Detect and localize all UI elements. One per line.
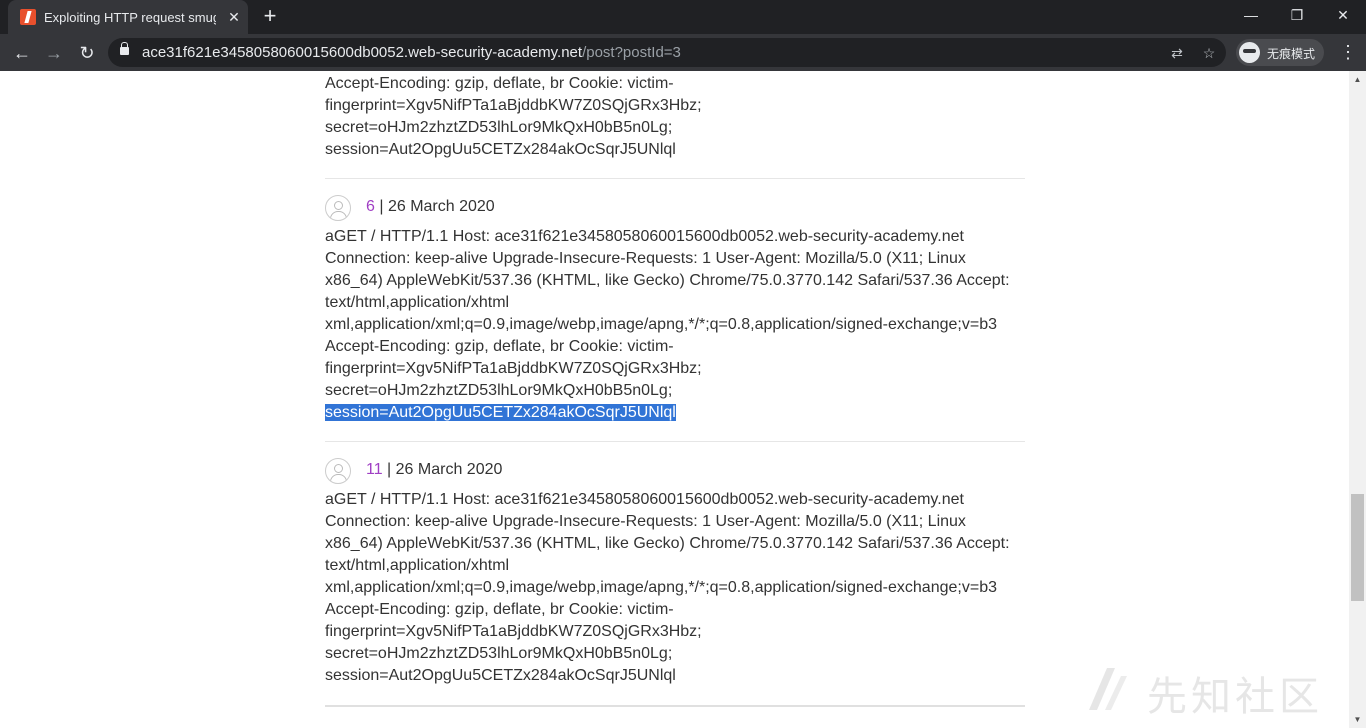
lock-icon[interactable] [120,42,129,55]
comment-divider [325,178,1025,179]
tab-close-icon[interactable]: ✕ [224,7,244,27]
comment-line: secret=oHJm2zhztZD53lhLor9MkQxH0bB5n0Lg; [325,382,673,399]
reload-button[interactable]: ↻ [74,40,100,66]
comment-body: aGET / HTTP/1.1 Host: ace31f621e34580580… [325,226,1025,424]
comment-line: xml,application/xml;q=0.9,image/webp,ima… [325,579,997,596]
translate-icon[interactable]: ⇄ [1167,43,1187,63]
scroll-up-arrow-icon[interactable]: ▲ [1349,71,1366,88]
comment-line: session=Aut2OpgUu5CETZx284akOcSqrJ5UNlql [325,667,676,684]
comment-divider [325,705,1025,707]
incognito-label: 无痕模式 [1267,47,1316,61]
comment-author[interactable]: 11 [366,461,383,478]
back-button[interactable]: ← [9,40,35,66]
watermark-logo-icon [1089,668,1127,710]
comment-line: x86_64) AppleWebKit/537.36 (KHTML, like … [325,272,1010,289]
comment-line: fingerprint=Xgv5NifPTa1aBjddbKW7Z0SQjGRx… [325,360,702,377]
page-scrollbar[interactable]: ▲ ▼ [1349,71,1366,728]
browser-toolbar: ← → ↻ ace31f621e3458058060015600db0052.w… [0,34,1366,71]
comment-line: secret=oHJm2zhztZD53lhLor9MkQxH0bB5n0Lg; [325,119,673,136]
burp-logo-icon [20,9,36,25]
comment-line: Accept-Encoding: gzip, deflate, br Cooki… [325,75,674,92]
comment-line: secret=oHJm2zhztZD53lhLor9MkQxH0bB5n0Lg; [325,645,673,662]
avatar-icon [325,195,351,221]
comment-body: aGET / HTTP/1.1 Host: ace31f621e34580580… [325,489,1025,687]
comment-line: fingerprint=Xgv5NifPTa1aBjddbKW7Z0SQjGRx… [325,97,702,114]
page-content: Accept-Encoding: gzip, deflate, br Cooki… [0,71,1349,728]
selected-session-text[interactable]: session=Aut2OpgUu5CETZx284akOcSqrJ5UNlql [325,404,676,421]
tab-strip: Exploiting HTTP request smuggling ✕ + — … [0,0,1366,34]
close-window-button[interactable]: ✕ [1320,0,1366,30]
restore-button[interactable]: ❐ [1274,0,1320,30]
url-text[interactable]: ace31f621e3458058060015600db0052.web-sec… [142,44,681,61]
address-bar[interactable]: ace31f621e3458058060015600db0052.web-sec… [108,38,1226,67]
scrollbar-thumb[interactable] [1351,494,1364,601]
comment-line: Connection: keep-alive Upgrade-Insecure-… [325,513,966,530]
comment-line: text/html,application/xhtml [325,294,510,311]
forward-button[interactable]: → [41,40,67,66]
comment-line: text/html,application/xhtml [325,557,510,574]
watermark-text: 先知社区 [1147,674,1323,720]
comment-line: x86_64) AppleWebKit/537.36 (KHTML, like … [325,535,1010,552]
comment-line: Connection: keep-alive Upgrade-Insecure-… [325,250,966,267]
comment-date: 26 March 2020 [387,198,495,215]
browser-menu-button[interactable]: ⋮ [1338,40,1358,66]
comment-divider [325,441,1025,442]
avatar-icon [325,458,351,484]
incognito-profile-button[interactable]: 无痕模式 [1236,39,1324,66]
comment-line: fingerprint=Xgv5NifPTa1aBjddbKW7Z0SQjGRx… [325,623,702,640]
comment-line: Accept-Encoding: gzip, deflate, br Cooki… [325,338,674,355]
comment-body-partial: Accept-Encoding: gzip, deflate, br Cooki… [325,73,1025,161]
bookmark-star-icon[interactable]: ☆ [1199,43,1219,63]
watermark: 先知社区 [1085,660,1345,720]
comment-line: aGET / HTTP/1.1 Host: ace31f621e34580580… [325,491,964,508]
comment-line: aGET / HTTP/1.1 Host: ace31f621e34580580… [325,228,964,245]
comment-date: 26 March 2020 [395,461,503,478]
tab-title: Exploiting HTTP request smuggling [44,10,216,25]
comment-line: session=Aut2OpgUu5CETZx284akOcSqrJ5UNlql [325,141,676,158]
comment-author[interactable]: 6 [366,198,375,215]
browser-tab[interactable]: Exploiting HTTP request smuggling ✕ [8,0,248,34]
incognito-icon [1239,42,1260,63]
minimize-button[interactable]: — [1228,0,1274,30]
scroll-down-arrow-icon[interactable]: ▼ [1349,711,1366,728]
comment-line: Accept-Encoding: gzip, deflate, br Cooki… [325,601,674,618]
comment-line: xml,application/xml;q=0.9,image/webp,ima… [325,316,997,333]
new-tab-button[interactable]: + [258,5,282,29]
